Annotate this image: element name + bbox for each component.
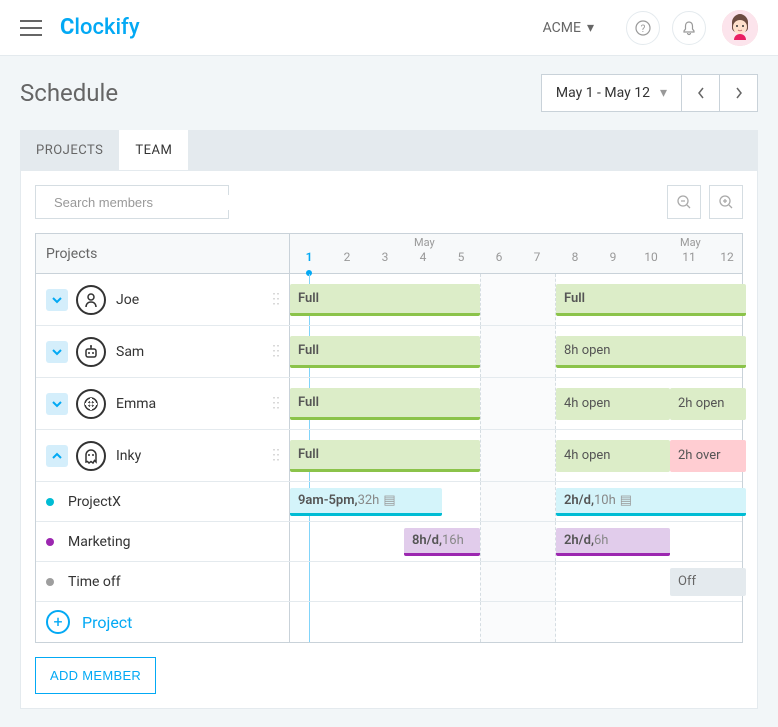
member-timeline[interactable]: FullFull [290,274,742,325]
chevron-down-icon: ▾ [660,85,667,101]
expand-button[interactable] [46,393,68,415]
schedule-bar[interactable]: 2h/d, 6h [556,528,670,556]
member-timeline[interactable]: Full8h open [290,326,742,377]
schedule-bar[interactable]: Full [290,284,480,316]
day-header: 2 [328,250,366,274]
member-name: Sam [116,344,144,360]
drag-handle[interactable] [267,349,281,354]
avatar[interactable] [722,10,758,46]
schedule-bar[interactable]: Off [670,568,746,596]
day-header: 7 [518,250,556,274]
day-header: 9 [594,250,632,274]
day-header: 12 [708,250,746,274]
next-button[interactable] [719,75,757,111]
member-row: Sam Full8h open [36,326,742,378]
drag-handle[interactable] [267,297,281,302]
member-name: Inky [116,448,141,464]
project-label: ProjectX [68,494,121,510]
member-row: EmmaFull4h open2h open [36,378,742,430]
drag-handle[interactable] [267,453,281,458]
expand-button[interactable] [46,341,68,363]
collapse-button[interactable] [46,445,68,467]
member-timeline[interactable]: Full4h open2h open [290,378,742,429]
tab-projects[interactable]: PROJECTS [20,130,119,170]
project-timeline[interactable]: 8h/d, 16h 2h/d, 6h [290,522,742,561]
prev-button[interactable] [681,75,719,111]
schedule-bar[interactable]: Full [290,336,480,368]
date-range-label: May 1 - May 12 [556,85,650,101]
day-header: 11 [670,250,708,274]
schedule-bar[interactable]: 2h over [670,440,746,472]
schedule-bar[interactable]: 8h open [556,336,746,368]
project-label: Time off [68,574,121,590]
day-header: 4 [404,250,442,274]
logo: Clockify [60,15,140,40]
schedule-bar[interactable]: Full [290,388,480,420]
chevron-down-icon: ▾ [587,20,594,36]
search-input-box[interactable] [35,185,229,219]
schedule-bar[interactable]: 8h/d, 16h [404,528,480,556]
add-project-button[interactable]: + Project [46,610,132,634]
person-icon [76,285,106,315]
member-name: Joe [116,292,139,308]
schedule-bar[interactable]: 2h open [670,388,746,420]
drag-handle[interactable] [267,401,281,406]
day-header: 5 [442,250,480,274]
project-timeline[interactable]: Off [290,562,742,601]
add-project-label: Project [82,613,132,632]
day-header: 10 [632,250,670,274]
project-subrow: ProjectX 9am-5pm, 32h▤2h/d, 10h▤ [36,482,742,522]
member-timeline[interactable]: Full4h open2h over [290,430,742,481]
workspace-picker[interactable]: ACME ▾ [543,20,594,36]
workspace-name: ACME [543,20,581,36]
schedule-bar[interactable]: 4h open [556,388,670,420]
timeline-header: MayMay123456789101112 [290,234,746,273]
schedule-bar[interactable]: Full [290,440,480,472]
project-color-dot [46,538,54,546]
member-row: InkyFull4h open2h over [36,430,742,482]
project-timeline[interactable]: 9am-5pm, 32h▤2h/d, 10h▤ [290,482,742,521]
expand-button[interactable] [46,289,68,311]
schedule-bar[interactable]: 2h/d, 10h▤ [556,488,746,516]
project-color-dot [46,498,54,506]
day-header: 1 [290,250,328,274]
schedule-bar[interactable]: Full [556,284,746,316]
member-name: Emma [116,396,156,412]
grid-header-left: Projects [36,234,290,273]
member-row: Joe FullFull [36,274,742,326]
project-subrow: Time off Off [36,562,742,602]
svg-text:?: ? [641,24,646,35]
search-input[interactable] [54,195,230,210]
schedule-bar[interactable]: 9am-5pm, 32h▤ [290,488,442,516]
project-subrow: Marketing 8h/d, 16h 2h/d, 6h [36,522,742,562]
support-icon [76,389,106,419]
add-member-button[interactable]: ADD MEMBER [35,657,156,694]
project-color-dot [46,578,54,586]
zoom-in-button[interactable] [709,185,743,219]
bell-icon[interactable] [672,11,706,45]
day-header: 3 [366,250,404,274]
ghost-icon [76,441,106,471]
schedule-bar[interactable]: 4h open [556,440,670,472]
day-header: 6 [480,250,518,274]
page-title: Schedule [20,79,541,107]
note-icon: ▤ [620,493,632,508]
date-range-picker[interactable]: May 1 - May 12 ▾ [541,74,758,112]
tab-team[interactable]: TEAM [119,130,188,170]
robot-icon [76,337,106,367]
add-project-row: + Project [36,602,742,642]
menu-icon[interactable] [20,20,42,36]
zoom-out-button[interactable] [667,185,701,219]
day-header: 8 [556,250,594,274]
note-icon: ▤ [383,493,395,508]
project-label: Marketing [68,534,131,550]
plus-icon: + [46,610,70,634]
help-icon[interactable]: ? [626,11,660,45]
